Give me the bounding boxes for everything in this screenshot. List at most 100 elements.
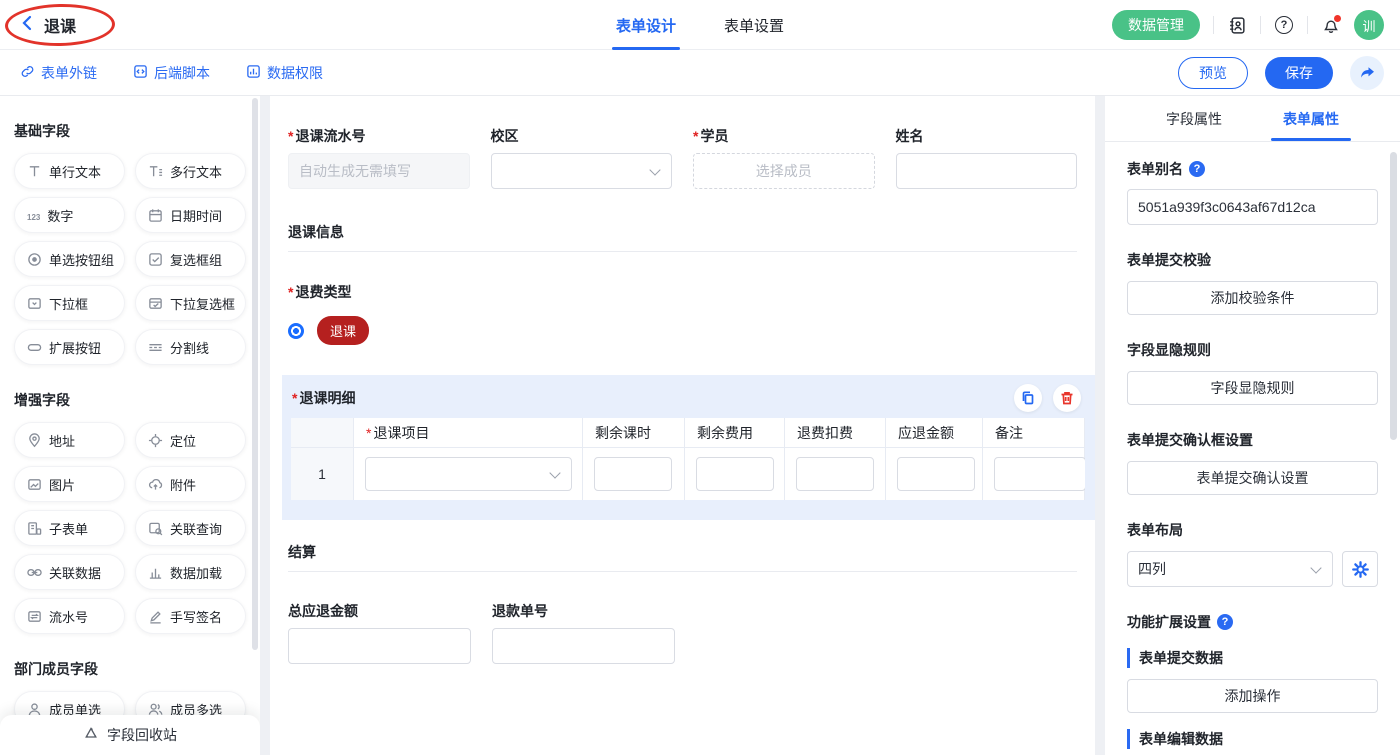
lookup-icon [148, 521, 163, 536]
field-type-multi-line-text[interactable]: 多行文本 [135, 153, 246, 189]
row-index: 1 [291, 448, 354, 500]
bar-chart-icon [148, 565, 163, 580]
field-type-divider-line[interactable]: 分割线 [135, 329, 246, 365]
submit-confirm-button[interactable]: 表单提交确认设置 [1127, 461, 1378, 495]
field-type-subform[interactable]: 子表单 [14, 510, 125, 546]
field-refund-order-no[interactable]: 退款单号 [492, 601, 675, 664]
data-manage-button[interactable]: 数据管理 [1112, 10, 1200, 40]
refund-deduct-input[interactable] [796, 457, 874, 491]
subtable-header: 退课明细 [282, 375, 1095, 418]
chevron-left-icon [20, 15, 34, 36]
index-column-header [291, 418, 354, 448]
help-question-icon[interactable] [1189, 161, 1205, 177]
field-refund-serial[interactable]: 退课流水号 [288, 126, 470, 189]
field-total-refund[interactable]: 总应退金额 [288, 601, 471, 664]
chevron-down-icon [649, 164, 660, 175]
layout-select[interactable]: 四列 [1127, 551, 1333, 587]
field-type-checkbox-group[interactable]: 复选框组 [135, 241, 246, 277]
tab-form-settings[interactable]: 表单设置 [724, 0, 784, 50]
refund-serial-input[interactable] [288, 153, 470, 189]
save-button[interactable]: 保存 [1265, 57, 1333, 89]
submit-confirm-section: 表单提交确认框设置 表单提交确认设置 [1127, 430, 1378, 495]
form-alias-label: 表单别名 [1127, 159, 1378, 179]
divider [1213, 16, 1214, 34]
form-alias-input[interactable] [1127, 189, 1378, 225]
field-type-signature[interactable]: 手写签名 [135, 598, 246, 634]
share-arrow-icon [1359, 64, 1376, 83]
note-input[interactable] [994, 457, 1085, 491]
checkbox-icon [148, 252, 163, 267]
field-type-lookup-query[interactable]: 关联查询 [135, 510, 246, 546]
field-type-image[interactable]: 图片 [14, 466, 125, 502]
share-button[interactable] [1350, 56, 1384, 90]
field-type-location[interactable]: 定位 [135, 422, 246, 458]
form-layout-section: 表单布局 四列 [1127, 520, 1378, 587]
subtable-refund-detail[interactable]: 退课明细 退课项目 剩余课时 剩余费用 退费扣费 应退金额 备注 [282, 375, 1095, 520]
tab-form-design[interactable]: 表单设计 [616, 0, 676, 50]
refund-type-options: 退课 [288, 316, 1077, 345]
delete-field-button[interactable] [1053, 384, 1081, 412]
help-icon[interactable] [1274, 15, 1294, 35]
back-button[interactable]: 退课 [20, 0, 76, 50]
column-header: 应退金额 [886, 418, 983, 448]
edit-data-label: 表单编辑数据 [1127, 729, 1378, 749]
field-type-single-line-text[interactable]: 单行文本 [14, 153, 125, 189]
name-input[interactable] [896, 153, 1078, 189]
refund-type-badge[interactable]: 退课 [317, 316, 369, 345]
section-settlement-title: 结算 [288, 542, 1077, 562]
field-visibility-button[interactable]: 字段显隐规则 [1127, 371, 1378, 405]
sidebar-scrollbar[interactable] [252, 98, 258, 650]
help-question-icon[interactable] [1217, 614, 1233, 630]
backend-script-button[interactable]: 后端脚本 [133, 63, 210, 83]
student-member-picker[interactable]: 选择成员 [693, 153, 875, 189]
tab-form-properties[interactable]: 表单属性 [1283, 96, 1339, 141]
preview-button[interactable]: 预览 [1178, 57, 1248, 89]
field-type-data-load[interactable]: 数据加载 [135, 554, 246, 590]
remaining-hours-input[interactable] [594, 457, 672, 491]
total-refund-input[interactable] [288, 628, 471, 664]
remaining-fee-input[interactable] [696, 457, 774, 491]
gear-icon [1352, 561, 1369, 578]
refund-amount-input[interactable] [897, 457, 975, 491]
tab-field-properties[interactable]: 字段属性 [1166, 96, 1222, 141]
field-type-address[interactable]: 地址 [14, 422, 125, 458]
section-title-enhanced-fields: 增强字段 [14, 390, 246, 410]
submit-validation-section: 表单提交校验 添加校验条件 [1127, 250, 1378, 315]
field-library-sidebar: 基础字段 单行文本 多行文本 数字 日期时间 单选按钮组 [0, 96, 260, 755]
section-title-basic-fields: 基础字段 [14, 121, 246, 141]
copy-field-button[interactable] [1014, 384, 1042, 412]
contacts-icon[interactable] [1227, 15, 1247, 35]
field-type-number[interactable]: 数字 [14, 197, 125, 233]
link-icon [20, 64, 35, 82]
field-type-attachment[interactable]: 附件 [135, 466, 246, 502]
subtable-actions [1014, 384, 1081, 412]
field-type-serial-number[interactable]: 流水号 [14, 598, 125, 634]
layout-settings-button[interactable] [1342, 551, 1378, 587]
field-type-radio-group[interactable]: 单选按钮组 [14, 241, 125, 277]
toolbar-links: 表单外链 后端脚本 数据权限 [20, 50, 323, 96]
submit-data-label: 表单提交数据 [1127, 648, 1378, 668]
panel-scrollbar[interactable] [1390, 152, 1397, 440]
add-validation-button[interactable]: 添加校验条件 [1127, 281, 1378, 315]
field-campus[interactable]: 校区 [491, 126, 673, 189]
field-type-select[interactable]: 下拉框 [14, 285, 125, 321]
course-item-select[interactable] [365, 457, 572, 491]
field-type-multi-select[interactable]: 下拉复选框 [135, 285, 246, 321]
radio-selected-icon[interactable] [288, 323, 304, 339]
field-type-datetime[interactable]: 日期时间 [135, 197, 246, 233]
calendar-icon [148, 208, 163, 223]
campus-select[interactable] [491, 153, 673, 189]
field-student[interactable]: 学员 选择成员 [693, 126, 875, 189]
field-recycle-bin[interactable]: 字段回收站 [0, 715, 260, 755]
field-type-extend-button[interactable]: 扩展按钮 [14, 329, 125, 365]
external-link-button[interactable]: 表单外链 [20, 63, 97, 83]
subtable-header-row: 退课项目 剩余课时 剩余费用 退费扣费 应退金额 备注 [291, 418, 1085, 448]
data-permission-button[interactable]: 数据权限 [246, 63, 323, 83]
refund-order-no-input[interactable] [492, 628, 675, 664]
submit-data-add-action-button[interactable]: 添加操作 [1127, 679, 1378, 713]
avatar[interactable]: 训 [1354, 10, 1384, 40]
field-name[interactable]: 姓名 [896, 126, 1078, 189]
notification-bell-icon[interactable] [1321, 15, 1341, 35]
field-type-linked-data[interactable]: 关联数据 [14, 554, 125, 590]
field-row-top: 退课流水号 校区 学员 选择成员 姓名 [288, 126, 1077, 189]
